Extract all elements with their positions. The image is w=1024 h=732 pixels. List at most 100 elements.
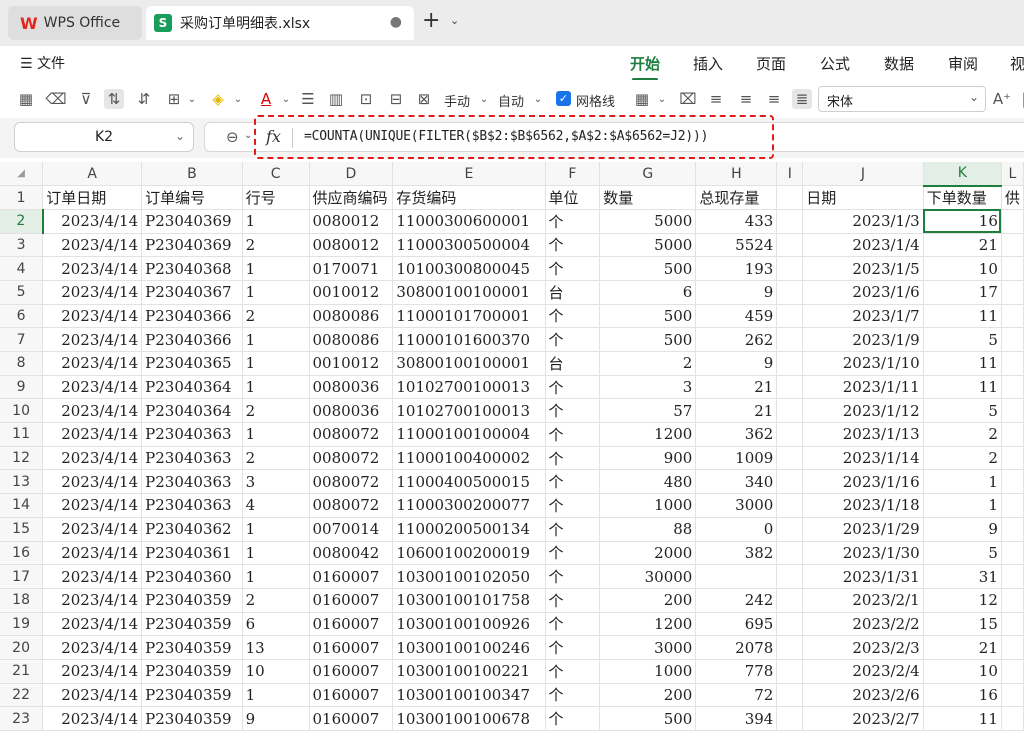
decrease-font-icon[interactable]: | <box>1014 89 1024 109</box>
align-center-icon[interactable]: ≡ <box>736 89 756 109</box>
wps-office-tab[interactable]: W WPS Office <box>8 6 142 40</box>
cell-l20[interactable] <box>1001 635 1024 660</box>
cell-f23[interactable]: 个 <box>545 706 601 731</box>
tab-formulas[interactable]: 公式 <box>820 53 850 74</box>
cell-e7[interactable]: 11000101600370 <box>392 327 546 352</box>
cell-b10[interactable]: P23040364 <box>141 398 243 424</box>
cell-i13[interactable] <box>776 469 804 495</box>
row-header[interactable]: 11 <box>0 422 44 447</box>
row-header[interactable]: 17 <box>0 564 44 589</box>
formula-text[interactable]: =COUNTA(UNIQUE(FILTER($B$2:$B$6562,$A$2:… <box>304 129 708 144</box>
cell-b19[interactable]: P23040359 <box>141 612 243 637</box>
cell-j20[interactable]: 2023/2/3 <box>802 635 924 660</box>
cell-a6[interactable]: 2023/4/14 <box>42 304 143 329</box>
row-header[interactable]: 22 <box>0 683 44 708</box>
cell-g20[interactable]: 3000 <box>599 635 697 660</box>
cell-l14[interactable] <box>1001 493 1024 518</box>
column-header-d[interactable]: D <box>309 162 394 187</box>
chevron-down-icon[interactable]: ⌄ <box>182 89 202 109</box>
cell-e13[interactable]: 11000400500015 <box>392 469 546 495</box>
cell-h23[interactable]: 394 <box>695 706 778 731</box>
cell-f14[interactable]: 个 <box>545 493 601 518</box>
cell-i15[interactable] <box>776 517 804 542</box>
cell-f5[interactable]: 台 <box>545 280 601 305</box>
cell-e9[interactable]: 10102700100013 <box>392 375 546 400</box>
cell-i7[interactable] <box>776 327 804 352</box>
cell-h7[interactable]: 262 <box>695 327 778 352</box>
cell-a20[interactable]: 2023/4/14 <box>42 635 143 660</box>
cell-l13[interactable] <box>1001 469 1024 495</box>
row-header[interactable]: 9 <box>0 375 44 400</box>
cell-h22[interactable]: 72 <box>695 683 778 708</box>
cell-j15[interactable]: 2023/1/29 <box>802 517 924 542</box>
cell-i14[interactable] <box>776 493 804 518</box>
cell-j14[interactable]: 2023/1/18 <box>802 493 924 518</box>
cell-g15[interactable]: 88 <box>599 517 697 542</box>
cell-l2[interactable] <box>1001 209 1024 234</box>
column-header-c[interactable]: C <box>242 162 310 187</box>
cell-i22[interactable] <box>776 683 804 708</box>
column-header-f[interactable]: F <box>545 162 601 187</box>
header-cell[interactable]: 日期 <box>802 185 924 210</box>
select-all-corner[interactable]: ◢ <box>0 162 44 187</box>
cell-e16[interactable]: 10600100200019 <box>392 541 546 566</box>
cell-l18[interactable] <box>1001 588 1024 613</box>
cell-e23[interactable]: 10300100100678 <box>392 706 546 731</box>
row-header[interactable]: 19 <box>0 612 44 637</box>
sort-descending-icon[interactable]: ⇵ <box>134 89 154 109</box>
cell-e15[interactable]: 11000200500134 <box>392 517 546 542</box>
align-left-icon[interactable]: ≡ <box>706 89 726 109</box>
cell-f21[interactable]: 个 <box>545 659 601 684</box>
cell-c16[interactable]: 1 <box>242 541 310 566</box>
cell-k19[interactable]: 15 <box>923 612 1002 637</box>
cell-d11[interactable]: 0080072 <box>309 422 394 447</box>
row-header[interactable]: 2 <box>0 209 44 234</box>
cell-c9[interactable]: 1 <box>242 375 310 400</box>
header-cell[interactable]: 下单数量 <box>923 185 1002 210</box>
cell-e20[interactable]: 10300100100246 <box>392 635 546 660</box>
chevron-down-icon[interactable]: ⌄ <box>528 89 548 109</box>
cell-g12[interactable]: 900 <box>599 446 697 471</box>
cell-l16[interactable] <box>1001 541 1024 566</box>
cell-l21[interactable] <box>1001 659 1024 684</box>
chevron-down-icon[interactable]: ⌄ <box>228 89 248 109</box>
cell-h2[interactable]: 433 <box>695 209 778 234</box>
cell-k9[interactable]: 11 <box>923 375 1002 400</box>
cell-g5[interactable]: 6 <box>599 280 697 305</box>
fx-icon[interactable]: fx <box>266 127 281 146</box>
cell-i10[interactable] <box>776 398 804 424</box>
cell-d10[interactable]: 0080036 <box>309 398 394 424</box>
cell-j18[interactable]: 2023/2/1 <box>802 588 924 613</box>
cell-j5[interactable]: 2023/1/6 <box>802 280 924 305</box>
cell-g2[interactable]: 5000 <box>599 209 697 234</box>
cell-h21[interactable]: 778 <box>695 659 778 684</box>
clear-icon[interactable]: ⌧ <box>678 89 698 109</box>
header-cell[interactable]: 行号 <box>242 185 310 210</box>
file-menu-button[interactable]: ☰ 文件 <box>20 53 65 73</box>
cell-l6[interactable] <box>1001 304 1024 329</box>
cell-g14[interactable]: 1000 <box>599 493 697 518</box>
cell-f16[interactable]: 个 <box>545 541 601 566</box>
cell-h20[interactable]: 2078 <box>695 635 778 660</box>
cell-b16[interactable]: P23040361 <box>141 541 243 566</box>
cell-h10[interactable]: 21 <box>695 398 778 424</box>
header-cell[interactable]: 订单日期 <box>42 185 143 210</box>
cell-f3[interactable]: 个 <box>545 233 601 258</box>
filter-icon[interactable]: ⊽ <box>76 89 96 109</box>
cell-k12[interactable]: 2 <box>923 446 1002 471</box>
cell-d16[interactable]: 0080042 <box>309 541 394 566</box>
cell-c6[interactable]: 2 <box>242 304 310 329</box>
cell-g22[interactable]: 200 <box>599 683 697 708</box>
cell-e21[interactable]: 10300100100221 <box>392 659 546 684</box>
row-header[interactable]: 6 <box>0 304 44 329</box>
justify-icon[interactable]: ≣ <box>792 89 812 109</box>
cell-d13[interactable]: 0080072 <box>309 469 394 495</box>
cell-f4[interactable]: 个 <box>545 256 601 281</box>
cell-c3[interactable]: 2 <box>242 233 310 258</box>
cell-a11[interactable]: 2023/4/14 <box>42 422 143 447</box>
cell-k2[interactable]: 16 <box>923 209 1002 234</box>
cell-l22[interactable] <box>1001 683 1024 708</box>
column-header-e[interactable]: E <box>392 162 546 187</box>
chevron-down-icon[interactable]: ⌄ <box>450 14 459 27</box>
cell-f7[interactable]: 个 <box>545 327 601 352</box>
